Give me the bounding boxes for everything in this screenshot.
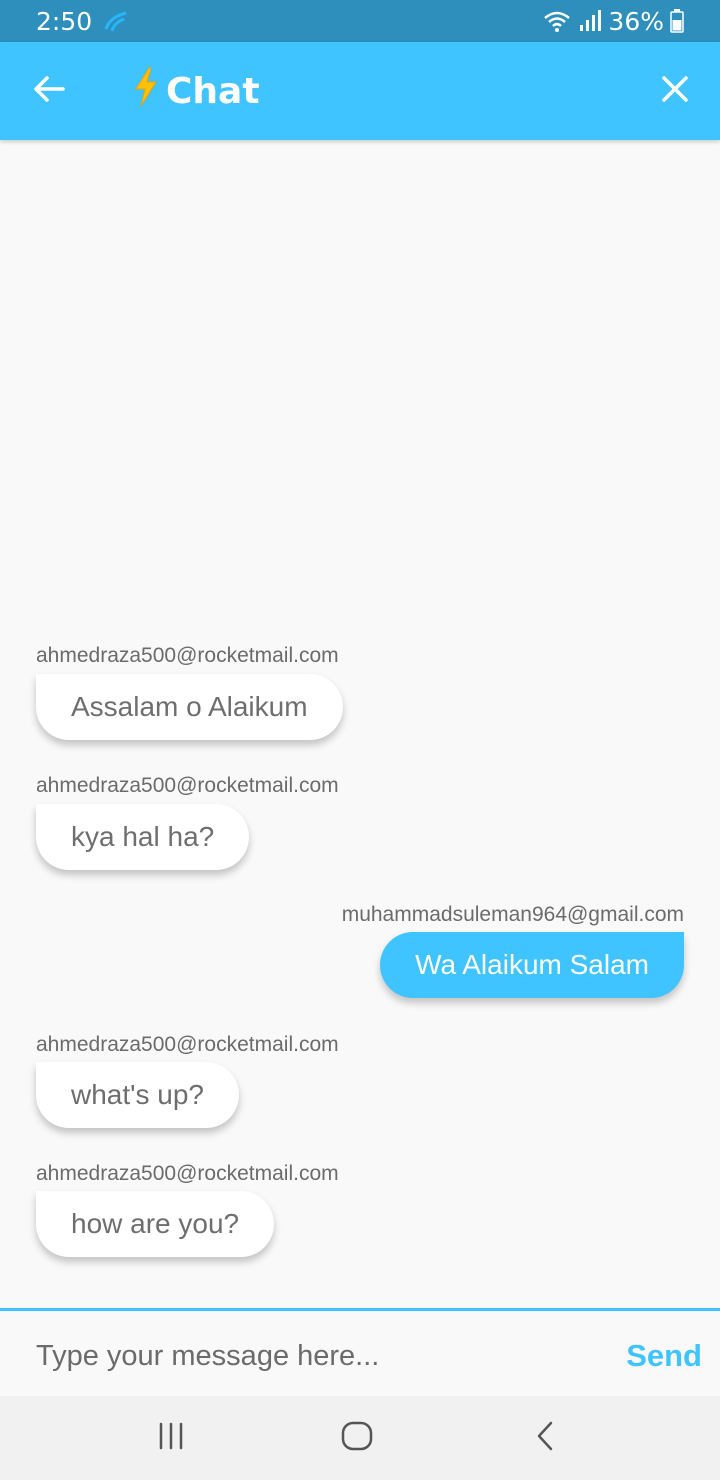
message-bubble[interactable]: Wa Alaikum Salam	[380, 932, 684, 998]
message-bubble[interactable]: what's up?	[36, 1062, 239, 1128]
message-sender: ahmedraza500@rocketmail.com	[36, 1162, 339, 1185]
message-input[interactable]	[36, 1321, 596, 1391]
app-title: Chat	[132, 42, 260, 140]
wifi-icon	[542, 9, 572, 33]
message-sender: ahmedraza500@rocketmail.com	[36, 1033, 339, 1056]
battery-percent: 36%	[608, 6, 664, 36]
message-bubble[interactable]: how are you?	[36, 1191, 275, 1257]
nav-back-button[interactable]	[515, 1414, 575, 1462]
status-bar: 2:50 36%	[0, 0, 720, 42]
lightning-icon	[132, 67, 160, 116]
recents-button[interactable]	[141, 1414, 201, 1462]
nav-back-icon	[533, 1419, 557, 1457]
app-bar: Chat	[0, 42, 720, 140]
signal-icon	[578, 9, 602, 33]
message-sender: muhammadsuleman964@gmail.com	[341, 903, 684, 926]
carrier-icon	[102, 9, 130, 33]
send-button[interactable]: Send	[626, 1331, 702, 1381]
home-button[interactable]	[327, 1414, 387, 1462]
back-arrow-icon	[33, 75, 65, 107]
status-time: 2:50	[36, 6, 93, 36]
close-button[interactable]	[648, 64, 702, 118]
status-indicators: 36%	[542, 7, 684, 36]
system-nav-bar	[0, 1396, 720, 1480]
recents-icon	[156, 1421, 186, 1455]
battery-icon	[670, 9, 684, 33]
message-sender: ahmedraza500@rocketmail.com	[36, 644, 339, 667]
message-list[interactable]: ahmedraza500@rocketmail.com Assalam o Al…	[0, 140, 720, 1308]
back-button[interactable]	[22, 64, 76, 118]
message-bubble[interactable]: kya hal ha?	[36, 804, 250, 870]
close-icon	[661, 75, 689, 107]
app-title-text: Chat	[166, 70, 260, 112]
chat-screen: 2:50 36% Chat ahmedraza500@rocketmail.co…	[0, 0, 720, 1480]
message-composer: Send	[0, 1308, 720, 1396]
message-bubble[interactable]: Assalam o Alaikum	[36, 674, 343, 740]
home-icon	[340, 1419, 374, 1457]
message-sender: ahmedraza500@rocketmail.com	[36, 774, 339, 797]
